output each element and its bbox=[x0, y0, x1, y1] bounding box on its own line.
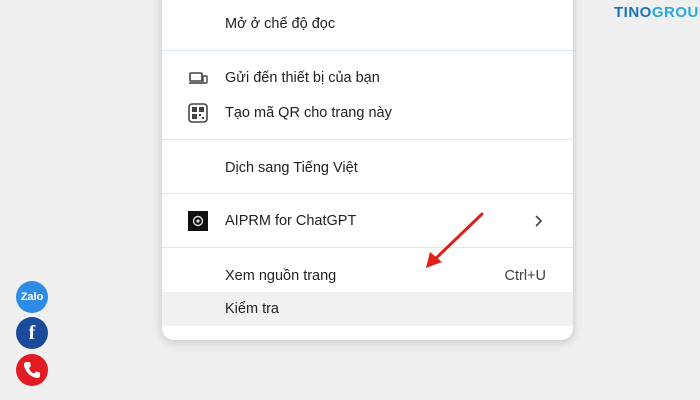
facebook-icon: f bbox=[28, 321, 36, 344]
menu-item-aiprm[interactable]: AIPRM for ChatGPT bbox=[162, 204, 573, 238]
phone-icon bbox=[24, 362, 40, 378]
device-send-icon bbox=[189, 72, 208, 84]
facebook-button[interactable]: f bbox=[16, 317, 48, 349]
menu-separator bbox=[162, 247, 573, 248]
menu-item-inspect[interactable]: Kiểm tra bbox=[162, 292, 573, 326]
aiprm-icon bbox=[188, 211, 208, 231]
chevron-right-icon bbox=[535, 215, 543, 227]
menu-item-label: Dịch sang Tiếng Việt bbox=[225, 160, 358, 176]
menu-separator bbox=[162, 50, 573, 51]
qr-code-icon bbox=[188, 103, 208, 123]
context-menu: Mở ở chế độ đọc Gửi đến thiết bị của bạn… bbox=[162, 0, 573, 340]
menu-item-label: Xem nguồn trang bbox=[225, 268, 337, 284]
annotation-arrow bbox=[426, 212, 484, 268]
menu-item-shortcut: Ctrl+U bbox=[504, 268, 547, 284]
menu-item-translate[interactable]: Dịch sang Tiếng Việt bbox=[162, 151, 573, 185]
menu-separator bbox=[162, 139, 573, 140]
menu-separator bbox=[162, 193, 573, 194]
brand-logo-part2: GROUP bbox=[651, 4, 700, 21]
menu-item-label: AIPRM for ChatGPT bbox=[225, 213, 357, 229]
menu-item-view-source[interactable]: Xem nguồn trang Ctrl+U bbox=[162, 259, 573, 293]
brand-logo-part1: TINO bbox=[614, 4, 652, 21]
zalo-button[interactable]: Zalo bbox=[16, 281, 48, 313]
zalo-label: Zalo bbox=[20, 291, 44, 303]
menu-item-reader-mode[interactable]: Mở ở chế độ đọc bbox=[162, 7, 573, 41]
menu-item-label: Tạo mã QR cho trang này bbox=[225, 105, 392, 121]
brand-logo: TINO GROUP bbox=[614, 4, 700, 21]
menu-item-label: Gửi đến thiết bị của bạn bbox=[225, 70, 380, 86]
menu-item-label: Kiểm tra bbox=[225, 301, 279, 317]
menu-item-create-qr[interactable]: Tạo mã QR cho trang này bbox=[162, 96, 573, 130]
menu-item-label: Mở ở chế độ đọc bbox=[225, 16, 336, 32]
menu-item-send-to-device[interactable]: Gửi đến thiết bị của bạn bbox=[162, 61, 573, 95]
phone-button[interactable] bbox=[16, 354, 48, 386]
